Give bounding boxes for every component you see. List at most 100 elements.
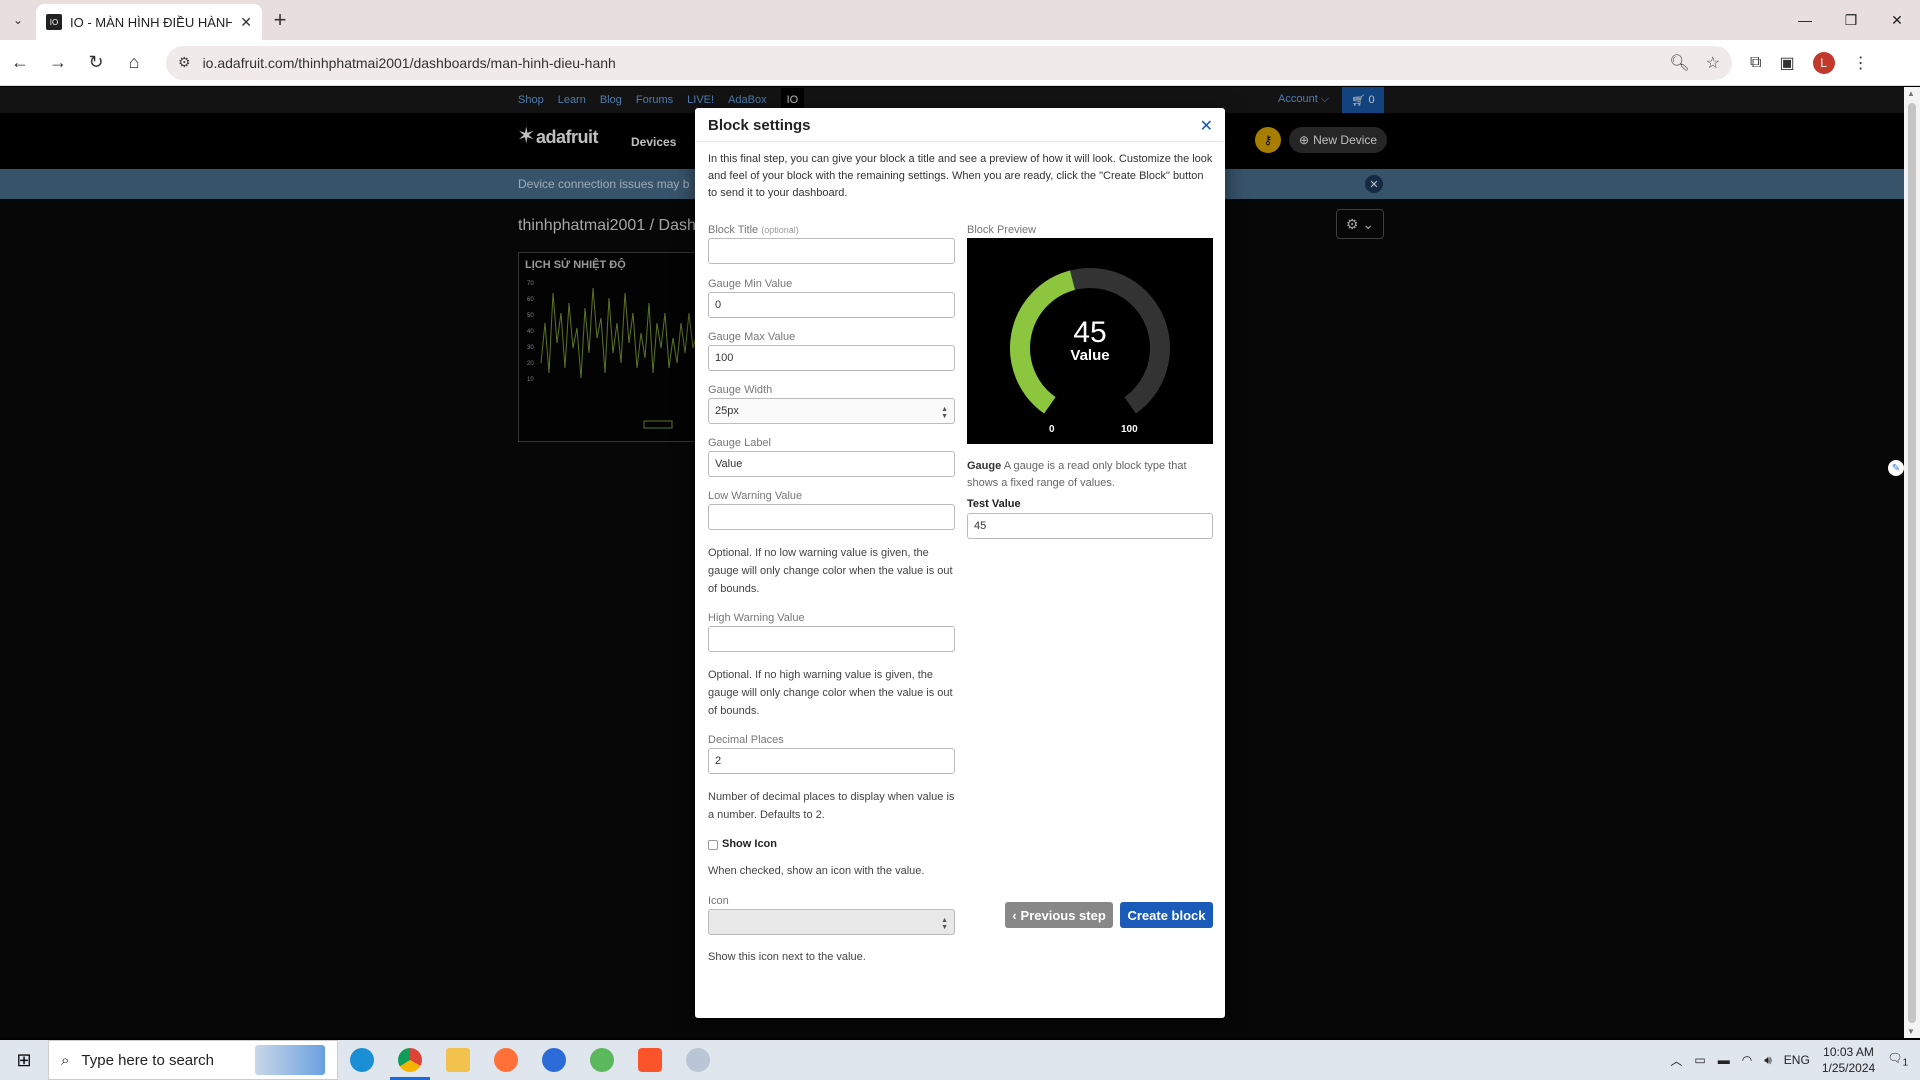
clock-date: 1/25/2024 — [1821, 1061, 1876, 1075]
browser-toolbar: ← → ↻ ⌂ ⚙ io.adafruit.com/thinhphatmai20… — [0, 40, 1920, 86]
icon-select[interactable]: ▲ ▼ — [708, 909, 955, 935]
gauge-width-value: 25px — [715, 405, 739, 417]
modal-header: Block settings ✕ — [695, 108, 1225, 142]
url-text[interactable]: io.adafruit.com/thinhphatmai2001/dashboa… — [203, 55, 1658, 71]
battery-icon[interactable]: ▬ — [1718, 1053, 1730, 1067]
gauge-width-label: Gauge Width — [708, 384, 773, 396]
notification-count: 1 — [1902, 1057, 1908, 1069]
taskbar-apps — [338, 1040, 722, 1080]
tray-chevron-icon[interactable]: ︿ — [1670, 1052, 1682, 1069]
meet-icon[interactable]: ▭ — [1694, 1053, 1705, 1067]
browser-tab-strip: ⌄ IO IO - MÀN HÌNH ĐIỀU HÀNH ✕ + — ❐ ✕ — [0, 0, 1920, 40]
windows-taskbar: ⊞ ⌕ Type here to search ︿ ▭ ▬ ◠ 🔊︎ ENG 1… — [0, 1040, 1920, 1080]
modal-intro: In this final step, you can give your bl… — [708, 153, 1213, 199]
notifications-icon[interactable]: 🗨︎1 — [1887, 1051, 1908, 1068]
clock-time: 10:03 AM — [1823, 1045, 1874, 1059]
gauge-label-label: Gauge Label — [708, 437, 771, 449]
new-tab-button[interactable]: + — [262, 2, 298, 38]
chrome-icon[interactable] — [386, 1040, 434, 1080]
wifi-icon[interactable]: ◠ — [1742, 1053, 1752, 1067]
page-viewport: Shop Learn Blog Forums LIVE! AdaBox IO A… — [0, 87, 1904, 1038]
block-title-label: Block Title (optional) — [708, 224, 799, 236]
test-value-label: Test Value — [967, 498, 1021, 510]
taskbar-search[interactable]: ⌕ Type here to search — [48, 1040, 338, 1080]
windows-start-icon[interactable]: ⊞ — [0, 1040, 48, 1080]
create-block-button[interactable]: Create block — [1120, 902, 1213, 928]
block-preview-label: Block Preview — [967, 224, 1037, 236]
high-warning-input[interactable] — [708, 626, 955, 652]
address-bar[interactable]: ⚙ io.adafruit.com/thinhphatmai2001/dashb… — [166, 45, 1732, 80]
zoom-icon[interactable]: 🔍︎ — [1669, 53, 1689, 73]
icon-label: Icon — [708, 895, 729, 907]
previous-step-label: Previous step — [1020, 907, 1106, 923]
forward-icon[interactable]: → — [40, 45, 76, 81]
side-helper-icon[interactable]: ✎ — [1888, 460, 1904, 476]
modal-title: Block settings — [708, 117, 811, 134]
restore-icon[interactable]: ❐ — [1828, 0, 1874, 40]
gauge-min: 0 — [1049, 424, 1055, 435]
site-info-icon[interactable]: ⚙ — [178, 54, 191, 71]
show-icon-checkbox[interactable] — [708, 840, 718, 850]
block-title-input[interactable] — [708, 238, 955, 264]
window-controls: — ❐ ✕ — [1782, 0, 1920, 40]
firefox-dev-icon[interactable] — [530, 1040, 578, 1080]
block-preview: 45 Value 0 100 — [967, 238, 1213, 444]
volume-icon[interactable]: 🔊︎ — [1764, 1053, 1772, 1068]
profile-avatar[interactable]: L — [1812, 51, 1835, 74]
test-value-input[interactable]: 45 — [967, 513, 1213, 539]
decimal-places-input[interactable]: 2 — [708, 748, 955, 774]
gauge-max-input[interactable]: 100 — [708, 345, 955, 371]
gauge-max: 100 — [1121, 424, 1138, 435]
high-warning-help: Optional. If no high warning value is gi… — [708, 669, 953, 717]
page-scrollbar[interactable]: ▲ ▼ — [1904, 87, 1920, 1038]
gauge-max-label: Gauge Max Value — [708, 331, 796, 343]
gauge-min-input[interactable]: 0 — [708, 292, 955, 318]
high-warning-label: High Warning Value — [708, 612, 805, 624]
select-caret-icon: ▲ ▼ — [941, 406, 948, 420]
tab-title: IO - MÀN HÌNH ĐIỀU HÀNH — [70, 14, 233, 30]
gauge-description: Gauge A gauge is a read only block type … — [967, 460, 1187, 489]
back-icon[interactable]: ← — [2, 45, 38, 81]
bookmark-star-icon[interactable]: ☆ — [1706, 53, 1720, 73]
window-close-icon[interactable]: ✕ — [1874, 0, 1920, 40]
gauge-width-select[interactable]: 25px ▲ ▼ — [708, 398, 955, 424]
language-indicator[interactable]: ENG — [1784, 1053, 1810, 1067]
browser-tab[interactable]: IO IO - MÀN HÌNH ĐIỀU HÀNH ✕ — [36, 4, 262, 40]
search-icon: ⌕ — [61, 1051, 70, 1069]
minimize-icon[interactable]: — — [1782, 0, 1828, 40]
modal-close-icon[interactable]: ✕ — [1200, 116, 1213, 136]
tab-search-chevron-icon[interactable]: ⌄ — [0, 0, 36, 40]
previous-step-button[interactable]: ‹ Previous step — [1005, 902, 1113, 928]
firefox-icon[interactable] — [482, 1040, 530, 1080]
clock[interactable]: 10:03 AM 1/25/2024 — [1822, 1044, 1875, 1076]
decimal-places-label: Decimal Places — [708, 734, 784, 746]
paint-app-icon[interactable] — [674, 1040, 722, 1080]
home-icon[interactable]: ⌂ — [116, 45, 152, 81]
decimal-places-help: Number of decimal places to display when… — [708, 791, 955, 821]
brave-icon[interactable] — [626, 1040, 674, 1080]
taskbar-search-placeholder: Type here to search — [81, 1051, 214, 1069]
extensions-icon[interactable]: ⧉ — [1750, 54, 1761, 72]
gauge-value: 45 — [1073, 316, 1107, 349]
side-panel-icon[interactable]: ▣ — [1779, 53, 1794, 73]
gauge-label-input[interactable]: Value — [708, 451, 955, 477]
green-app-icon[interactable] — [578, 1040, 626, 1080]
reload-icon[interactable]: ↻ — [78, 45, 114, 81]
show-icon-label[interactable]: Show Icon — [722, 838, 777, 850]
scroll-down-icon[interactable]: ▼ — [1907, 1027, 1915, 1036]
tab-close-icon[interactable]: ✕ — [240, 14, 252, 31]
show-icon-help: When checked, show an icon with the valu… — [708, 865, 925, 877]
chevron-left-icon: ‹ — [1012, 907, 1017, 923]
chrome-menu-icon[interactable]: ⋮ — [1853, 53, 1869, 73]
system-tray: ︿ ▭ ▬ ◠ 🔊︎ ENG 10:03 AM 1/25/2024 🗨︎1 — [1670, 1040, 1920, 1080]
block-settings-modal: Block settings ✕ In this final step, you… — [695, 108, 1225, 1018]
icon-help: Show this icon next to the value. — [708, 951, 866, 963]
low-warning-input[interactable] — [708, 504, 955, 530]
edge-icon[interactable] — [338, 1040, 386, 1080]
scroll-thumb[interactable] — [1908, 103, 1916, 1023]
file-explorer-icon[interactable] — [434, 1040, 482, 1080]
adafruit-io-favicon-icon: IO — [46, 14, 62, 30]
low-warning-label: Low Warning Value — [708, 490, 803, 502]
low-warning-help: Optional. If no low warning value is giv… — [708, 547, 953, 595]
scroll-up-icon[interactable]: ▲ — [1907, 89, 1915, 98]
